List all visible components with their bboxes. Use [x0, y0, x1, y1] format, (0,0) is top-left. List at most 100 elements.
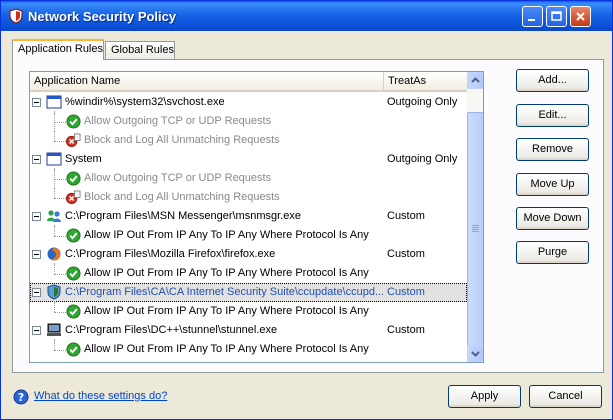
- treat-as-value: Outgoing Only: [387, 96, 458, 108]
- computer-app-icon: [47, 323, 61, 336]
- collapse-toggle[interactable]: [32, 212, 41, 221]
- arrow-down-icon: [471, 351, 480, 357]
- column-header-application-name[interactable]: Application Name: [30, 72, 384, 90]
- column-header-label: Application Name: [34, 75, 121, 87]
- minimize-icon: [528, 19, 535, 21]
- collapse-toggle[interactable]: [32, 326, 41, 335]
- button-label: Move Up: [530, 178, 575, 190]
- tree-line: [54, 179, 66, 180]
- tree-line: [54, 302, 55, 312]
- list-header: Application Name TreatAs: [30, 72, 467, 92]
- button-label: Edit...: [538, 109, 567, 121]
- vertical-scrollbar[interactable]: [467, 72, 483, 362]
- move-up-button[interactable]: Move Up: [516, 173, 589, 196]
- check-icon: [66, 171, 81, 186]
- tree-line: [54, 141, 66, 142]
- move-down-button[interactable]: Move Down: [516, 207, 589, 230]
- application-name: C:\Program Files\Mozilla Firefox\firefox…: [65, 248, 276, 260]
- table-row-application[interactable]: C:\Program Files\MSN Messenger\msnmsgr.e…: [30, 207, 467, 226]
- check-icon: [66, 342, 81, 357]
- check-icon: [66, 304, 81, 319]
- application-name: %windir%\system32\svchost.exe: [65, 96, 225, 108]
- remove-button[interactable]: Remove: [516, 138, 589, 161]
- button-label: Add...: [538, 74, 567, 86]
- maximize-button[interactable]: [546, 6, 567, 27]
- window-title: Network Security Policy: [28, 9, 177, 24]
- ca-shield-icon: [9, 8, 23, 24]
- tab-global-rules[interactable]: Global Rules: [105, 41, 175, 59]
- collapse-toggle[interactable]: [32, 288, 41, 297]
- table-row-rule[interactable]: Allow IP Out From IP Any To IP Any Where…: [30, 226, 467, 245]
- apply-button[interactable]: Apply: [448, 385, 521, 408]
- treat-as-value: Custom: [387, 248, 425, 260]
- table-row-rule[interactable]: Allow IP Out From IP Any To IP Any Where…: [30, 340, 467, 359]
- scroll-up-button[interactable]: [467, 72, 483, 89]
- tree-line: [54, 340, 55, 350]
- minimize-button[interactable]: [522, 6, 543, 27]
- application-rules-panel: Application Name TreatAs %windir%\system…: [12, 59, 604, 373]
- block-icon: [66, 133, 81, 148]
- table-row-rule[interactable]: Allow Outgoing TCP or UDP Requests: [30, 169, 467, 188]
- msn-messenger-icon: [47, 210, 61, 222]
- tree-line: [54, 350, 66, 351]
- tab-application-rules[interactable]: Application Rules: [12, 39, 104, 60]
- table-row-rule[interactable]: Block and Log All Unmatching Requests: [30, 188, 467, 207]
- tree-line: [54, 339, 55, 341]
- cancel-button[interactable]: Cancel: [529, 385, 602, 408]
- button-label: Purge: [537, 246, 568, 258]
- tree-line: [54, 274, 66, 275]
- window-app-icon: [46, 95, 62, 109]
- scroll-thumb[interactable]: [467, 112, 483, 347]
- close-icon: [576, 12, 585, 21]
- collapse-toggle[interactable]: [32, 98, 41, 107]
- tree-line: [54, 264, 55, 274]
- tree-line: [54, 236, 66, 237]
- table-row-rule[interactable]: Allow IP Out From IP Any To IP Any Where…: [30, 302, 467, 321]
- column-header-treat-as[interactable]: TreatAs: [384, 72, 467, 90]
- column-header-label: TreatAs: [388, 75, 427, 87]
- title-bar[interactable]: Network Security Policy: [1, 1, 612, 31]
- collapse-toggle[interactable]: [32, 155, 41, 164]
- maximize-icon: [551, 11, 562, 21]
- button-label: Remove: [532, 143, 573, 155]
- scroll-down-button[interactable]: [467, 345, 483, 362]
- application-name: C:\Program Files\DC++\stunnel\stunnel.ex…: [65, 324, 278, 336]
- add-button[interactable]: Add...: [516, 69, 589, 92]
- tree-line: [54, 301, 55, 303]
- grip-line: [472, 231, 479, 232]
- shield-app-icon: [47, 284, 61, 300]
- table-row-rule[interactable]: Block and Log All Unmatching Requests: [30, 131, 467, 150]
- tree-line: [54, 263, 55, 265]
- edit-button[interactable]: Edit...: [516, 104, 589, 127]
- rule-description: Allow IP Out From IP Any To IP Any Where…: [84, 305, 369, 317]
- rule-description: Allow Outgoing TCP or UDP Requests: [84, 115, 272, 127]
- firefox-icon: [47, 247, 61, 261]
- tree-line: [54, 111, 55, 113]
- purge-button[interactable]: Purge: [516, 241, 589, 264]
- table-row-application[interactable]: C:\Program Files\CA\CA Internet Security…: [30, 283, 467, 302]
- table-row-rule[interactable]: Allow IP Out From IP Any To IP Any Where…: [30, 264, 467, 283]
- treat-as-value: Custom: [387, 210, 425, 222]
- tree-line: [54, 188, 55, 198]
- table-row-application[interactable]: %windir%\system32\svchost.exe Outgoing On…: [30, 93, 467, 112]
- help-link[interactable]: What do these settings do?: [34, 390, 167, 402]
- table-row-application[interactable]: C:\Program Files\Mozilla Firefox\firefox…: [30, 245, 467, 264]
- tree-line: [54, 122, 66, 123]
- table-row-application[interactable]: System Outgoing Only: [30, 150, 467, 169]
- collapse-toggle[interactable]: [32, 250, 41, 259]
- close-button[interactable]: [570, 6, 591, 27]
- application-name: C:\Program Files\CA\CA Internet Security…: [65, 286, 383, 298]
- table-row-rule[interactable]: Allow Outgoing TCP or UDP Requests: [30, 112, 467, 131]
- grip-line: [472, 229, 479, 230]
- help-icon[interactable]: ?: [13, 389, 29, 405]
- check-icon: [66, 114, 81, 129]
- button-label: Move Down: [523, 212, 582, 224]
- network-security-policy-window: Network Security Policy Application Rule…: [0, 0, 613, 420]
- table-row-application[interactable]: C:\Program Files\DC++\stunnel\stunnel.ex…: [30, 321, 467, 340]
- tree-line: [54, 312, 66, 313]
- tab-label: Global Rules: [111, 44, 174, 56]
- treat-as-value: Custom: [387, 286, 425, 298]
- application-rules-list[interactable]: Application Name TreatAs %windir%\system…: [29, 71, 484, 363]
- button-label: Cancel: [548, 390, 583, 402]
- list-body: %windir%\system32\svchost.exe Outgoing On…: [30, 93, 467, 362]
